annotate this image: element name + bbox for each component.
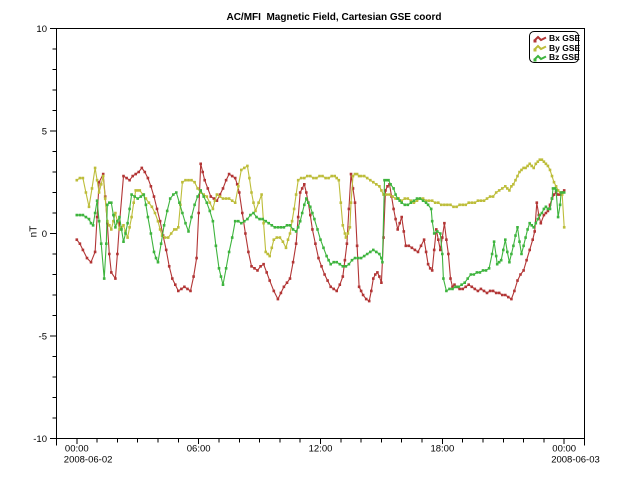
- axes: [50, 29, 585, 446]
- svg-text:00:00: 00:00: [65, 444, 89, 455]
- svg-text:0: 0: [42, 229, 47, 240]
- svg-text:00:00: 00:00: [552, 444, 576, 455]
- svg-text:18:00: 18:00: [430, 444, 454, 455]
- svg-text:06:00: 06:00: [187, 444, 211, 455]
- svg-text:2008-06-03: 2008-06-03: [551, 455, 600, 466]
- svg-text:-5: -5: [39, 332, 47, 343]
- series-bx-gse: [76, 163, 566, 303]
- svg-text:2008-06-02: 2008-06-02: [64, 455, 113, 466]
- series-by-gse: [76, 158, 566, 257]
- svg-text:10: 10: [36, 24, 47, 35]
- svg-text:5: 5: [42, 127, 47, 138]
- bz-line-swatch-icon: [533, 54, 547, 62]
- magnetic-field-chart: AC/MFI Magnetic Field, Cartesian GSE coo…: [0, 0, 640, 480]
- plot-svg: 00:002008-06-0206:0012:0018:0000:002008-…: [0, 0, 640, 480]
- svg-text:-10: -10: [33, 434, 47, 445]
- legend-label-bz: Bz GSE: [549, 53, 580, 63]
- bx-line-swatch-icon: [533, 35, 547, 43]
- by-line-swatch-icon: [533, 44, 547, 52]
- legend-entry-bz: Bz GSE: [533, 53, 578, 63]
- legend-box: Bx GSE By GSE Bz GSE: [529, 31, 579, 63]
- svg-text:12:00: 12:00: [309, 444, 333, 455]
